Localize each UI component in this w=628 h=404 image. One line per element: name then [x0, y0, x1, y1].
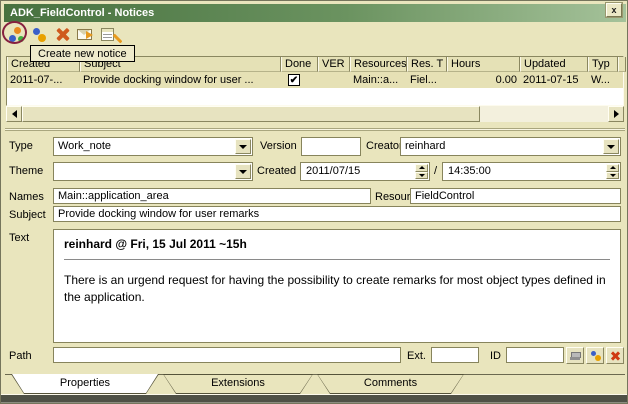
- arrow-left-icon: [12, 110, 17, 118]
- edit-notice-button[interactable]: [100, 26, 118, 43]
- clone-notice-button[interactable]: [31, 26, 49, 43]
- creator-label: Creator: [366, 140, 403, 152]
- stamp-button[interactable]: [566, 347, 584, 364]
- tab-extensions-label: Extensions: [163, 377, 313, 389]
- column-type[interactable]: Typ: [588, 57, 618, 72]
- tab-comments-label: Comments: [317, 377, 464, 389]
- ext-label: Ext.: [407, 350, 426, 362]
- text-entry-header: reinhard @ Fri, 15 Jul 2011 ~15h: [64, 237, 610, 251]
- date-spinner[interactable]: [415, 164, 428, 179]
- chevron-down-icon[interactable]: [235, 164, 251, 179]
- cell-ver: [318, 73, 350, 87]
- tooltip: Create new notice: [30, 45, 135, 62]
- send-notice-icon: [77, 29, 92, 40]
- spin-down-icon[interactable]: [606, 172, 619, 180]
- column-updated[interactable]: Updated: [520, 57, 588, 72]
- names-label: Names: [9, 191, 44, 203]
- window-bottom-border: [1, 395, 628, 402]
- theme-label: Theme: [9, 165, 43, 177]
- creator-combobox[interactable]: reinhard: [400, 137, 621, 156]
- title-bar[interactable]: ADK_FieldControl - Notices: [4, 4, 626, 22]
- delete-notice-button[interactable]: [53, 26, 71, 43]
- created-date-field[interactable]: 2011/07/15: [300, 162, 430, 181]
- spin-up-icon[interactable]: [606, 164, 619, 172]
- created-label: Created: [257, 165, 296, 177]
- column-res-type[interactable]: Res. T: [407, 57, 447, 72]
- column-resources[interactable]: Resources: [350, 57, 407, 72]
- arrow-right-icon: [614, 110, 619, 118]
- chevron-down-icon[interactable]: [235, 139, 251, 154]
- ext-field[interactable]: [431, 347, 479, 363]
- section-divider: [5, 128, 625, 131]
- tab-properties[interactable]: Properties: [11, 374, 159, 394]
- id-field[interactable]: [506, 347, 564, 363]
- column-done[interactable]: Done: [281, 57, 318, 72]
- chevron-down-icon[interactable]: [603, 139, 619, 154]
- column-ver[interactable]: VER: [318, 57, 350, 72]
- cell-type: W...: [588, 73, 623, 87]
- type-value: Work_note: [58, 140, 234, 152]
- column-hours[interactable]: Hours: [447, 57, 520, 72]
- send-notice-button[interactable]: [77, 26, 95, 43]
- tab-comments[interactable]: Comments: [317, 374, 464, 394]
- creator-value: reinhard: [405, 140, 602, 152]
- notices-window: ADK_FieldControl - Notices x Create new …: [0, 0, 628, 404]
- window-bottom-edge: [1, 402, 628, 403]
- table-hscrollbar[interactable]: [6, 106, 624, 122]
- time-spinner[interactable]: [606, 164, 619, 179]
- path-label: Path: [9, 350, 32, 362]
- version-field[interactable]: [301, 137, 361, 156]
- done-checkbox[interactable]: ✔: [288, 74, 300, 86]
- subject-field[interactable]: [53, 206, 621, 222]
- created-time-value: 14:35:00: [448, 165, 491, 177]
- spin-down-icon[interactable]: [415, 172, 428, 180]
- text-label: Text: [9, 232, 29, 244]
- table-row[interactable]: 2011-07-... Provide docking window for u…: [7, 72, 623, 88]
- text-entry-divider: [64, 259, 610, 260]
- cell-hours: 0.00: [447, 73, 520, 87]
- annotation-circle: [2, 21, 27, 44]
- scroll-right-button[interactable]: [608, 106, 624, 122]
- column-extra: [618, 57, 626, 72]
- cell-updated: 2011-07-15: [520, 73, 588, 87]
- type-combobox[interactable]: Work_note: [53, 137, 253, 156]
- type-label: Type: [9, 140, 33, 152]
- link-notice-button[interactable]: [586, 347, 604, 364]
- version-label: Version: [260, 140, 297, 152]
- id-label: ID: [490, 350, 501, 362]
- scroll-left-button[interactable]: [6, 106, 22, 122]
- resource-field[interactable]: [410, 188, 621, 204]
- tooltip-text: Create new notice: [38, 48, 127, 60]
- created-date-value: 2011/07/15: [306, 165, 360, 177]
- window-title: ADK_FieldControl - Notices: [10, 7, 154, 19]
- tab-extensions[interactable]: Extensions: [163, 374, 313, 394]
- cell-resources: Main::a...: [350, 73, 407, 87]
- subject-label: Subject: [9, 209, 46, 221]
- spin-up-icon[interactable]: [415, 164, 428, 172]
- text-entry-body: There is an urgend request for having th…: [64, 272, 610, 307]
- scrollbar-thumb[interactable]: [22, 106, 480, 122]
- created-time-field[interactable]: 14:35:00: [442, 162, 621, 181]
- path-field[interactable]: [53, 347, 401, 363]
- cell-res-type: Fiel...: [407, 73, 447, 87]
- cell-subject: Provide docking window for user ...: [80, 73, 281, 87]
- tab-properties-label: Properties: [11, 377, 159, 389]
- close-button[interactable]: x: [606, 3, 622, 17]
- stamp-icon: [567, 348, 583, 363]
- datetime-separator: /: [434, 165, 437, 177]
- notices-table: Created Subject Done VER Resources Res. …: [6, 56, 624, 106]
- theme-combobox[interactable]: [53, 162, 253, 181]
- remove-button[interactable]: [606, 347, 624, 364]
- cell-created: 2011-07-...: [7, 73, 80, 87]
- names-field[interactable]: [53, 188, 371, 204]
- text-editor[interactable]: reinhard @ Fri, 15 Jul 2011 ~15h There i…: [53, 229, 621, 343]
